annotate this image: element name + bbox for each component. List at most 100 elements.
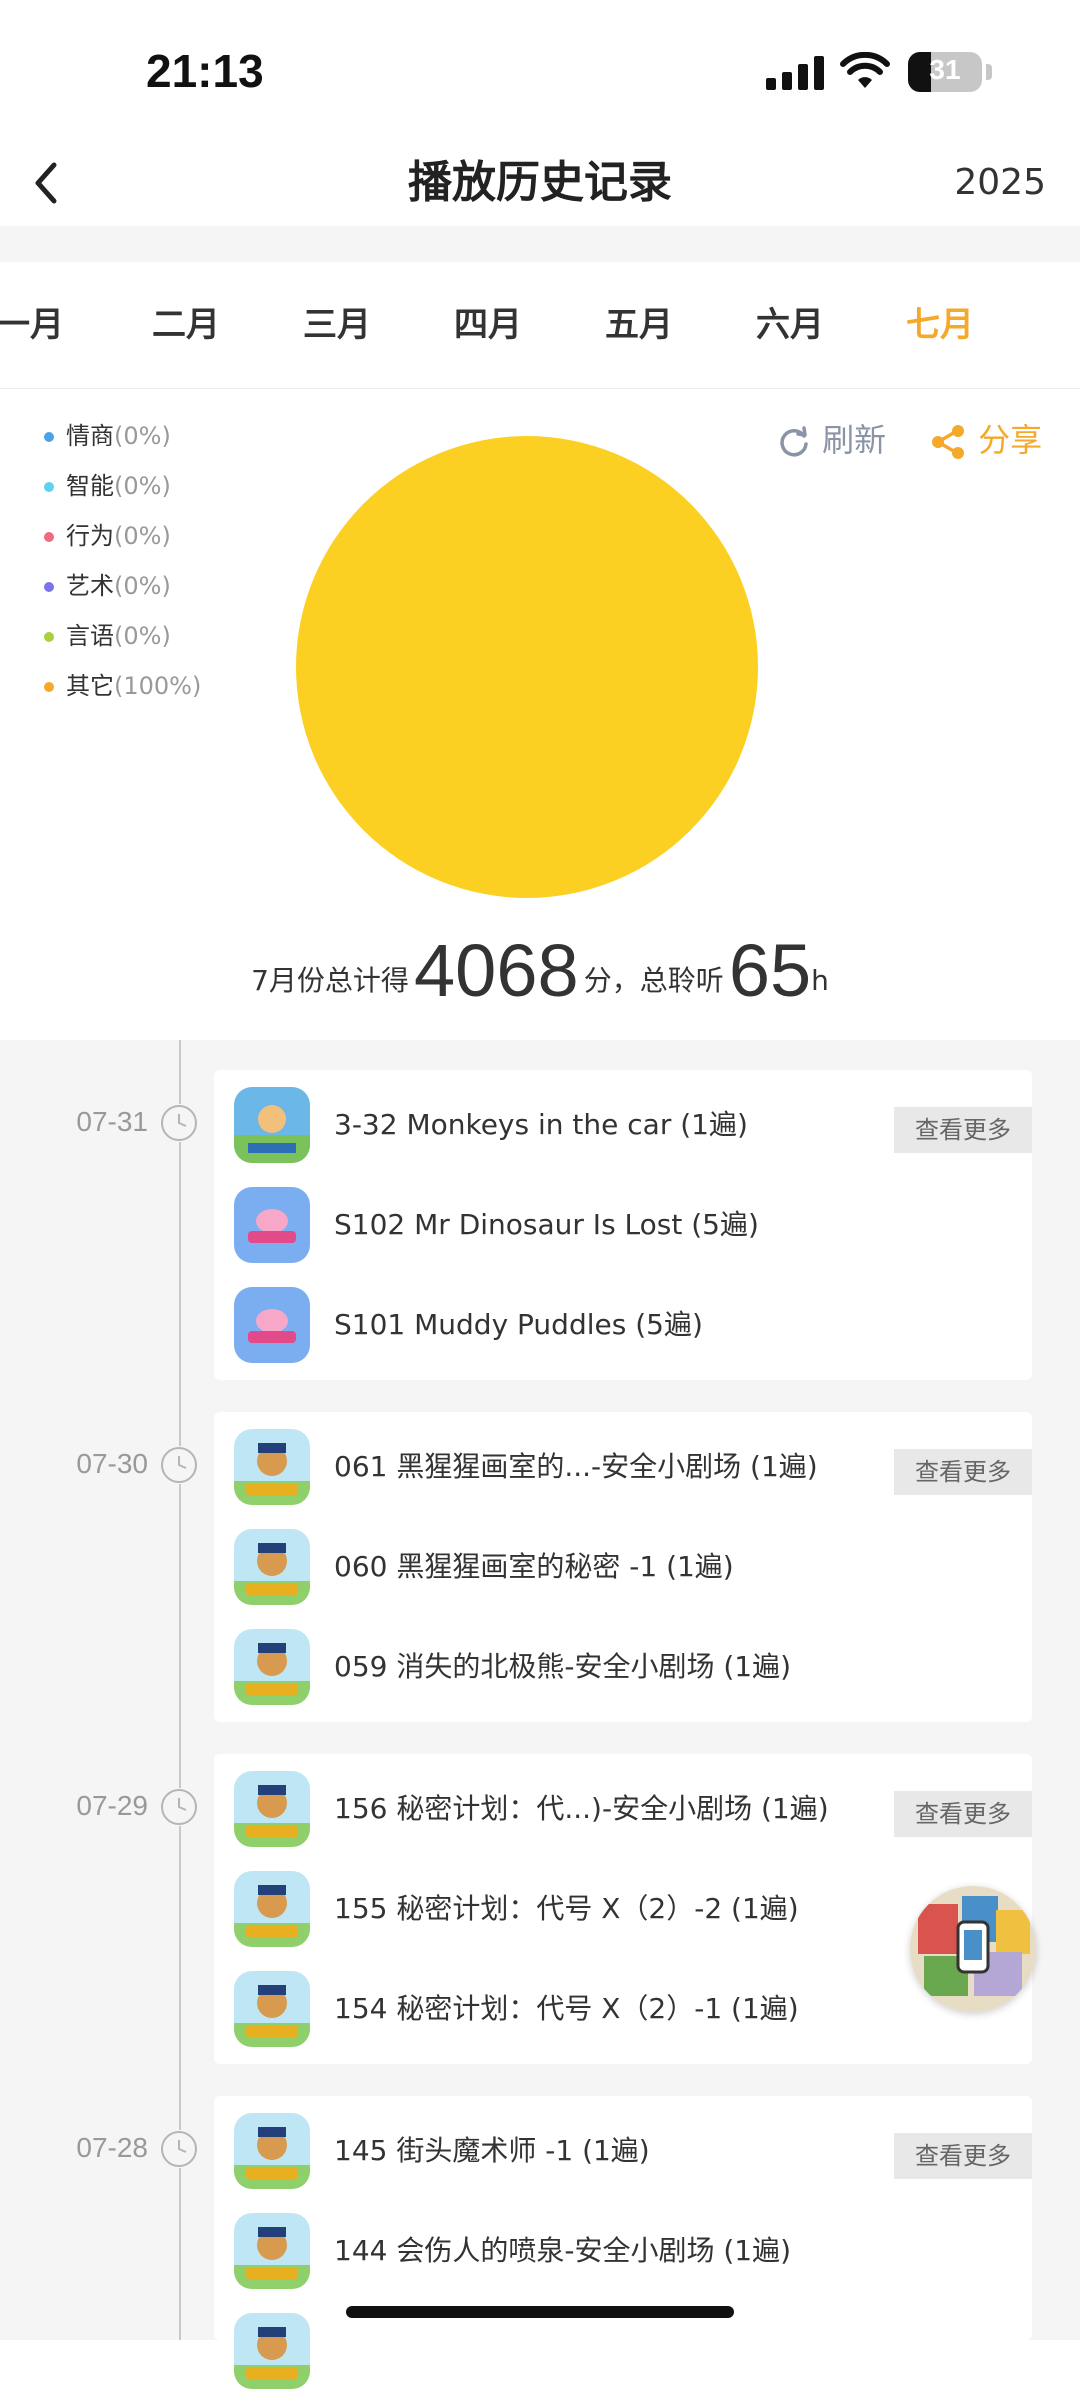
tab-july[interactable]: 七月 — [906, 262, 974, 388]
monthly-summary: 7月份总计得 4068 分，总聆听 65h — [0, 928, 1080, 1013]
list-item[interactable]: 059 消失的北极熊-安全小剧场 (1遍) — [214, 1617, 1032, 1717]
day-date: 07-29 — [76, 1790, 148, 1821]
legend-percent: (0%) — [114, 622, 171, 650]
legend-percent: (0%) — [114, 422, 171, 450]
page-title: 播放历史记录 — [408, 157, 672, 208]
item-title: S101 Muddy Puddles (5遍) — [334, 1308, 703, 1341]
summary-prefix: 7月份总计得 — [251, 964, 409, 997]
legend-percent: (0%) — [114, 522, 171, 550]
list-item[interactable]: 154 秘密计划：代号 X（2）-1 (1遍) — [214, 1959, 1032, 2059]
police-chief-icon — [234, 2213, 310, 2289]
history-card: 156 秘密计划：代...)-安全小剧场 (1遍) 查看更多 155 秘密计划：… — [214, 1754, 1032, 2064]
legend-label: 其它 — [66, 672, 114, 700]
list-item[interactable]: 144 会伤人的喷泉-安全小剧场 (1遍) — [214, 2201, 1032, 2301]
legend-dot — [44, 582, 54, 592]
tab-january[interactable]: 一月 — [0, 262, 64, 388]
item-title: 3-32 Monkeys in the car (1遍) — [334, 1108, 748, 1141]
category-pie-chart — [296, 436, 758, 898]
police-chief-icon — [234, 2113, 310, 2189]
list-item[interactable]: 060 黑猩猩画室的秘密 -1 (1遍) — [214, 1517, 1032, 1617]
summary-hours: 65 — [728, 929, 812, 1012]
list-item[interactable]: 156 秘密计划：代...)-安全小剧场 (1遍) 查看更多 — [214, 1759, 1032, 1859]
item-title: 059 消失的北极熊-安全小剧场 (1遍) — [334, 1650, 792, 1683]
police-chief-icon — [234, 1629, 310, 1705]
day-date: 07-30 — [76, 1448, 148, 1479]
clock-icon — [160, 1788, 198, 1826]
year-selector[interactable]: 2025 — [954, 140, 1046, 226]
legend-label: 行为 — [66, 522, 114, 550]
wifi-icon — [840, 52, 890, 88]
view-more-button[interactable]: 查看更多 — [894, 1107, 1032, 1153]
police-chief-icon — [234, 1529, 310, 1605]
legend-dot — [44, 432, 54, 442]
item-title: S102 Mr Dinosaur Is Lost (5遍) — [334, 1208, 759, 1241]
item-title: 155 秘密计划：代号 X（2）-2 (1遍) — [334, 1892, 799, 1925]
police-chief-icon — [234, 2313, 310, 2389]
item-title: 061 黑猩猩画室的...-安全小剧场 (1遍) — [334, 1450, 818, 1483]
history-card: 3-32 Monkeys in the car (1遍) 查看更多 S102 M… — [214, 1070, 1032, 1380]
legend-item: 行为(0%) — [44, 518, 201, 568]
battery-icon: 31 — [908, 52, 982, 92]
share-icon — [932, 425, 964, 459]
legend-item: 情商(0%) — [44, 418, 201, 468]
item-title: 154 秘密计划：代号 X（2）-1 (1遍) — [334, 1992, 799, 2025]
legend-label: 言语 — [66, 622, 114, 650]
item-title: 144 会伤人的喷泉-安全小剧场 (1遍) — [334, 2234, 792, 2267]
floating-book-button[interactable] — [910, 1886, 1036, 2012]
month-tabs: 一月 二月 三月 四月 五月 六月 七月 — [0, 262, 1080, 389]
legend-percent: (0%) — [114, 472, 171, 500]
view-more-button[interactable]: 查看更多 — [894, 2133, 1032, 2179]
tab-march[interactable]: 三月 — [303, 262, 371, 388]
day-date: 07-31 — [76, 1106, 148, 1137]
police-chief-icon — [234, 1771, 310, 1847]
list-item[interactable]: S101 Muddy Puddles (5遍) — [214, 1275, 1032, 1375]
refresh-icon — [780, 426, 808, 457]
refresh-label: 刷新 — [822, 421, 887, 459]
share-label: 分享 — [978, 421, 1043, 459]
clock-icon — [160, 1446, 198, 1484]
cellular-signal-icon — [766, 56, 824, 90]
battery-level: 31 — [929, 54, 961, 85]
oxford-reading-tree-icon — [234, 1087, 310, 1163]
legend-percent: (100%) — [114, 672, 202, 700]
peppa-pig-icon — [234, 1187, 310, 1263]
day-date: 07-28 — [76, 2132, 148, 2163]
back-chevron-icon[interactable] — [24, 140, 94, 226]
legend-item: 其它(100%) — [44, 668, 201, 718]
list-item[interactable]: S102 Mr Dinosaur Is Lost (5遍) — [214, 1175, 1032, 1275]
tab-june[interactable]: 六月 — [756, 262, 824, 388]
share-button[interactable]: 分享 — [928, 418, 1042, 462]
item-title: 156 秘密计划：代...)-安全小剧场 (1遍) — [334, 1792, 829, 1825]
legend-dot — [44, 632, 54, 642]
pie-slice-6 — [296, 436, 758, 898]
legend-label: 智能 — [66, 472, 114, 500]
battery-tip — [986, 64, 992, 80]
status-time: 21:13 — [146, 45, 264, 97]
refresh-button[interactable]: 刷新 — [776, 418, 886, 462]
home-indicator — [346, 2306, 734, 2318]
legend-item: 艺术(0%) — [44, 568, 201, 618]
legend-percent: (0%) — [114, 572, 171, 600]
divider — [0, 226, 1080, 262]
item-title: 060 黑猩猩画室的秘密 -1 (1遍) — [334, 1550, 734, 1583]
tab-february[interactable]: 二月 — [152, 262, 220, 388]
legend-label: 情商 — [66, 422, 114, 450]
view-more-button[interactable]: 查看更多 — [894, 1791, 1032, 1837]
tab-may[interactable]: 五月 — [605, 262, 673, 388]
summary-score: 4068 — [414, 929, 579, 1012]
legend-item: 言语(0%) — [44, 618, 201, 668]
peppa-pig-icon — [234, 1287, 310, 1363]
summary-hours-unit: h — [811, 964, 829, 997]
clock-icon — [160, 1104, 198, 1142]
legend-dot — [44, 532, 54, 542]
legend-label: 艺术 — [66, 572, 114, 600]
list-item[interactable]: 061 黑猩猩画室的...-安全小剧场 (1遍) 查看更多 — [214, 1417, 1032, 1517]
police-chief-icon — [234, 1429, 310, 1505]
history-card: 145 街头魔术师 -1 (1遍) 查看更多 144 会伤人的喷泉-安全小剧场 … — [214, 2096, 1032, 2389]
list-item[interactable]: 3-32 Monkeys in the car (1遍) 查看更多 — [214, 1075, 1032, 1175]
list-item[interactable]: 145 街头魔术师 -1 (1遍) 查看更多 — [214, 2101, 1032, 2201]
view-more-button[interactable]: 查看更多 — [894, 1449, 1032, 1495]
history-card: 061 黑猩猩画室的...-安全小剧场 (1遍) 查看更多 060 黑猩猩画室的… — [214, 1412, 1032, 1722]
tab-april[interactable]: 四月 — [454, 262, 522, 388]
nav-bar: 播放历史记录 2025 — [0, 140, 1080, 226]
